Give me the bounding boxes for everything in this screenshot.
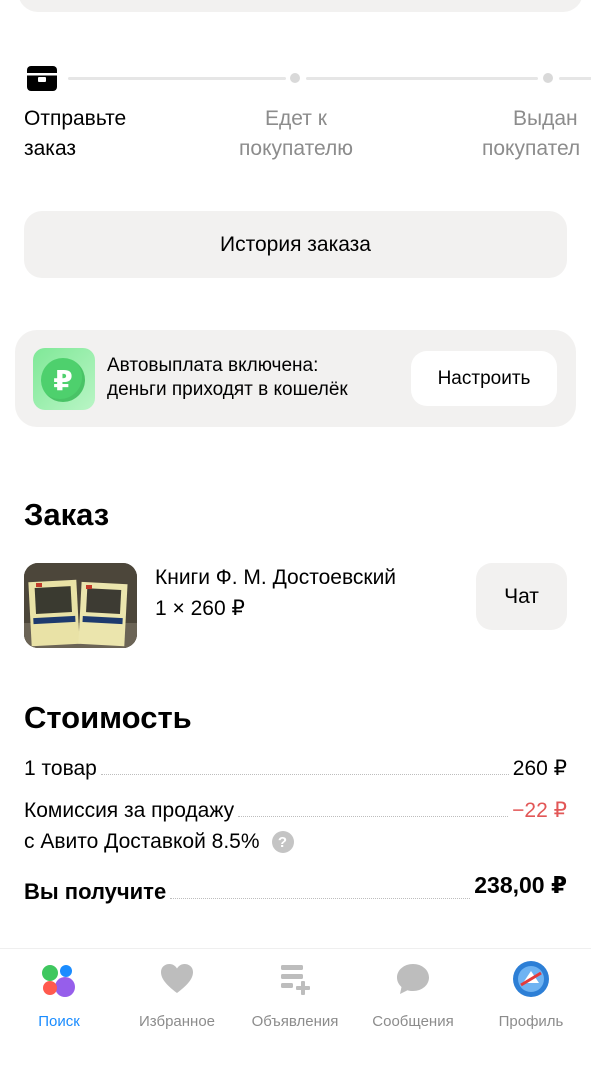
- order-section-title: Заказ: [24, 497, 110, 532]
- tab-label: Объявления: [251, 1013, 339, 1030]
- tab-label: Сообщения: [372, 1013, 454, 1030]
- search-dots-icon: [42, 965, 75, 997]
- tab-messages[interactable]: Сообщения: [354, 959, 472, 1039]
- step-delivered: Выдан покупател: [482, 107, 581, 160]
- cost-row-commission: Комиссия за продажу −22 ₽: [24, 798, 567, 823]
- commission-sublabel: с Авито Доставкой 8.5% ?: [24, 830, 294, 854]
- order-item-qty-price: 1 × 260 ₽: [155, 597, 245, 620]
- question-icon[interactable]: ?: [271, 831, 294, 853]
- delivery-tracker: Отправьте заказ Едет к покупателю Выдан …: [0, 60, 591, 170]
- ruble-icon: ₽: [33, 348, 95, 410]
- autopay-banner: ₽ Автовыплата включена: деньги приходят …: [15, 330, 576, 427]
- cost-section-title: Стоимость: [24, 700, 192, 735]
- bottom-tab-bar: Поиск Избранное Объявления Сообщения Про…: [0, 948, 591, 1076]
- tab-label: Избранное: [138, 1013, 216, 1030]
- chat-button[interactable]: Чат: [476, 563, 567, 630]
- step-send-order: Отправьте заказ: [24, 107, 127, 160]
- cost-label: 1 товар: [24, 757, 97, 780]
- dotted-leader: [170, 898, 471, 899]
- cost-value: 260 ₽: [512, 757, 567, 780]
- cost-row-items: 1 товар 260 ₽: [24, 756, 567, 781]
- commission-value: −22 ₽: [512, 799, 567, 822]
- dotted-leader: [100, 774, 509, 775]
- tab-favorites[interactable]: Избранное: [118, 959, 236, 1039]
- total-value: 238,00 ₽: [474, 872, 567, 898]
- autopay-text: Автовыплата включена: деньги приходят в …: [107, 355, 348, 400]
- tab-ads[interactable]: Объявления: [236, 959, 354, 1039]
- total-label: Вы получите: [24, 879, 167, 904]
- cost-label: Комиссия за продажу: [24, 799, 235, 822]
- top-card-remnant: [18, 0, 583, 12]
- dotted-leader: [238, 816, 509, 817]
- tab-profile[interactable]: Профиль: [472, 959, 590, 1039]
- box-icon: [27, 66, 57, 91]
- commission-sublabel-text: с Авито Доставкой 8.5%: [24, 830, 260, 853]
- heart-icon: [161, 964, 193, 993]
- track-dot: [543, 73, 553, 83]
- avatar-icon: [513, 961, 549, 997]
- tab-label: Профиль: [498, 1013, 564, 1030]
- order-history-button[interactable]: История заказа: [24, 211, 567, 278]
- step-on-the-way: Едет к покупателю: [239, 107, 353, 160]
- autopay-setup-button[interactable]: Настроить: [411, 351, 557, 406]
- track-line: [68, 77, 286, 80]
- order-item-name[interactable]: Книги Ф. М. Достоевский: [155, 566, 396, 590]
- track-dot: [290, 73, 300, 83]
- cost-row-total: Вы получите 238,00 ₽: [24, 872, 567, 905]
- order-thumbnail[interactable]: [24, 563, 137, 648]
- tab-search[interactable]: Поиск: [0, 959, 118, 1039]
- track-line: [306, 77, 538, 80]
- chat-bubble-icon: [397, 964, 429, 994]
- tab-label: Поиск: [38, 1013, 80, 1030]
- track-line: [559, 77, 591, 80]
- ads-add-icon: [281, 965, 310, 995]
